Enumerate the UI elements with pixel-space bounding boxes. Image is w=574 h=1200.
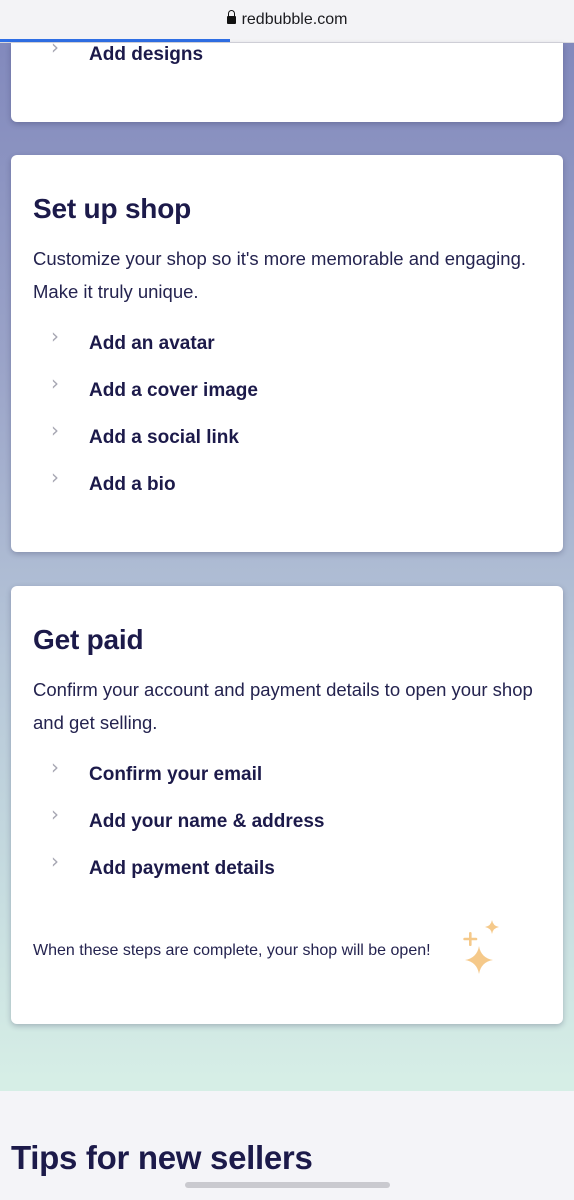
- home-indicator: [185, 1182, 390, 1188]
- chevron-right-icon: ›: [51, 465, 59, 489]
- step-label: Add a bio: [89, 474, 176, 495]
- url-display[interactable]: redbubble.com: [0, 10, 574, 29]
- set-up-shop-card: Set up shop Customize your shop so it's …: [11, 155, 563, 552]
- chevron-right-icon: ›: [51, 755, 59, 779]
- add-designs-card: › Add designs: [11, 35, 563, 122]
- step-add-name-address[interactable]: › Add your name & address: [51, 802, 325, 837]
- section-title: Tips for new sellers: [11, 1139, 313, 1176]
- step-label: Confirm your email: [89, 764, 263, 785]
- lock-icon: [226, 10, 236, 24]
- step-add-bio[interactable]: › Add a bio: [51, 465, 176, 500]
- step-label: Add a cover image: [89, 380, 258, 401]
- card-description: Customize your shop so it's more memorab…: [33, 248, 527, 302]
- url-text: redbubble.com: [241, 11, 348, 28]
- step-add-social-link[interactable]: › Add a social link: [51, 418, 239, 453]
- sparkle-icon: [463, 920, 499, 974]
- browser-address-bar[interactable]: redbubble.com: [0, 0, 574, 43]
- step-label: Add designs: [89, 44, 204, 65]
- step-label: Add payment details: [89, 858, 275, 879]
- chevron-right-icon: ›: [51, 802, 59, 826]
- step-label: Add your name & address: [89, 811, 325, 832]
- step-confirm-email[interactable]: › Confirm your email: [51, 755, 263, 790]
- card-description: Confirm your account and payment details…: [33, 679, 533, 733]
- card-title: Set up shop: [33, 193, 192, 224]
- step-add-cover-image[interactable]: › Add a cover image: [51, 371, 258, 406]
- card-title: Get paid: [33, 624, 144, 655]
- step-add-designs[interactable]: › Add designs: [51, 35, 204, 70]
- chevron-right-icon: ›: [51, 418, 59, 442]
- chevron-right-icon: ›: [51, 849, 59, 873]
- completion-note: When these steps are complete, your shop…: [33, 942, 431, 959]
- chevron-right-icon: ›: [51, 324, 59, 348]
- chevron-right-icon: ›: [51, 371, 59, 395]
- chevron-right-icon: ›: [51, 35, 59, 59]
- step-label: Add a social link: [89, 427, 239, 448]
- step-add-payment-details[interactable]: › Add payment details: [51, 849, 275, 884]
- get-paid-card: Get paid Confirm your account and paymen…: [11, 586, 563, 1024]
- step-label: Add an avatar: [89, 333, 215, 354]
- step-add-avatar[interactable]: › Add an avatar: [51, 324, 215, 359]
